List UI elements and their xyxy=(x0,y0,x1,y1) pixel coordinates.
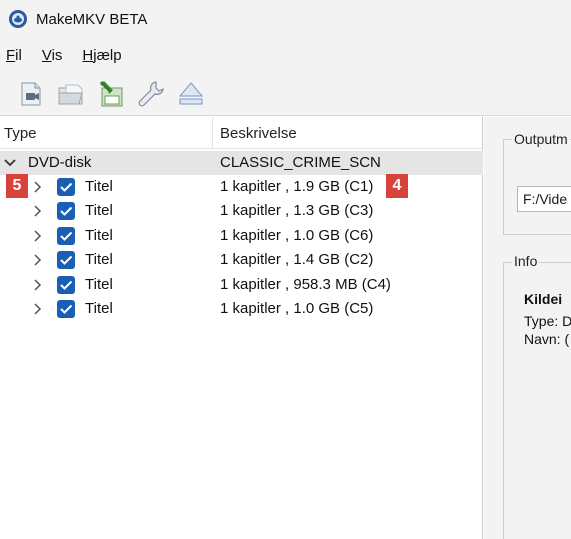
tree-row-title[interactable]: Titel 1 kapitler , 1.4 GB (C2) xyxy=(0,248,483,272)
tree-row-title[interactable]: Titel 1 kapitler , 1.0 GB (C6) xyxy=(0,224,483,248)
open-folder-button[interactable] xyxy=(54,77,88,111)
title-description: 1 kapitler , 1.0 GB (C5) xyxy=(220,300,374,317)
title-description: 1 kapitler , 1.3 GB (C3) xyxy=(220,202,374,219)
info-type-line: Type: D xyxy=(524,313,571,329)
title-type: Titel xyxy=(85,178,113,195)
title-description: 1 kapitler , 958.3 MB (C4) xyxy=(220,276,391,293)
title-type: Titel xyxy=(85,276,113,293)
checkmark-icon xyxy=(60,206,73,216)
menu-vis-label: is xyxy=(51,46,63,64)
menu-hjaelp-label: jælp xyxy=(93,46,122,64)
column-header-description[interactable]: Beskrivelse xyxy=(220,125,297,142)
eject-button[interactable] xyxy=(174,77,208,111)
right-panel: Outputm F:/Vide Info Kildei Type: D Navn… xyxy=(484,117,571,539)
title-checkbox[interactable] xyxy=(57,178,75,196)
chevron-right-icon[interactable] xyxy=(30,204,44,218)
title-bar: MakeMKV BETA xyxy=(0,0,571,38)
tree-header: Type Beskrivelse xyxy=(0,117,482,149)
window-title: MakeMKV BETA xyxy=(36,10,148,28)
open-folder-icon xyxy=(58,84,83,104)
checkmark-icon xyxy=(60,304,73,314)
annotation-badge-5: 5 xyxy=(6,174,28,198)
checkmark-icon xyxy=(60,280,73,290)
title-type: Titel xyxy=(85,227,113,244)
root-type: DVD-disk xyxy=(28,154,92,171)
info-name-line: Navn: ( xyxy=(524,331,570,347)
info-source-line: Kildei xyxy=(524,291,563,307)
settings-button[interactable] xyxy=(134,77,168,111)
chevron-right-icon[interactable] xyxy=(30,229,44,243)
output-path-field[interactable]: F:/Vide xyxy=(517,186,571,212)
title-tree-view[interactable]: Type Beskrivelse DVD-disk CLASSIC_CRIME_… xyxy=(0,117,483,539)
title-type: Titel xyxy=(85,251,113,268)
tree-row-title[interactable]: Titel 1 kapitler , 958.3 MB (C4) xyxy=(0,273,483,297)
title-type: Titel xyxy=(85,202,113,219)
checkmark-icon xyxy=(60,182,73,192)
save-to-mkv-icon xyxy=(99,80,123,106)
chevron-down-icon[interactable] xyxy=(3,156,17,170)
settings-wrench-icon xyxy=(138,80,164,106)
checkmark-icon xyxy=(60,231,73,241)
tree-row-dvd-disk[interactable]: DVD-disk CLASSIC_CRIME_SCN xyxy=(0,151,483,175)
title-checkbox[interactable] xyxy=(57,300,75,318)
column-header-type[interactable]: Type xyxy=(4,125,37,142)
menu-hjaelp[interactable]: Hjælp xyxy=(82,47,121,64)
menu-fil-label: il xyxy=(15,46,22,64)
title-checkbox[interactable] xyxy=(57,227,75,245)
output-group-label: Outputm xyxy=(512,131,570,147)
annotation-badge-4: 4 xyxy=(386,174,408,198)
eject-icon xyxy=(178,81,204,104)
info-group-label: Info xyxy=(512,253,540,269)
chevron-right-icon[interactable] xyxy=(30,302,44,316)
menu-fil-accel: F xyxy=(6,46,16,64)
open-disc-button[interactable] xyxy=(14,77,48,111)
chevron-right-icon[interactable] xyxy=(30,278,44,292)
title-description: 1 kapitler , 1.0 GB (C6) xyxy=(220,227,374,244)
title-description: 1 kapitler , 1.9 GB (C1) xyxy=(220,178,374,195)
title-type: Titel xyxy=(85,300,113,317)
checkmark-icon xyxy=(60,255,73,265)
tree-row-title[interactable]: Titel 1 kapitler , 1.0 GB (C5) xyxy=(0,297,483,321)
title-checkbox[interactable] xyxy=(57,251,75,269)
title-checkbox[interactable] xyxy=(57,202,75,220)
save-to-mkv-button[interactable] xyxy=(94,77,128,111)
toolbar xyxy=(0,72,571,116)
menu-bar: Fil Vis Hjælp xyxy=(0,38,571,72)
makemkv-app-icon xyxy=(9,10,27,28)
tree-row-title[interactable]: Titel 1 kapitler , 1.3 GB (C3) xyxy=(0,199,483,223)
column-divider[interactable] xyxy=(212,117,213,149)
menu-vis-accel: V xyxy=(41,46,52,64)
tree-row-title[interactable]: Titel 1 kapitler , 1.9 GB (C1) xyxy=(0,175,483,199)
root-description: CLASSIC_CRIME_SCN xyxy=(220,154,381,171)
menu-fil[interactable]: Fil xyxy=(6,47,22,64)
open-disc-icon xyxy=(21,82,41,105)
menu-hjaelp-accel: H xyxy=(82,46,94,64)
chevron-right-icon[interactable] xyxy=(30,253,44,267)
menu-vis[interactable]: Vis xyxy=(42,47,63,64)
chevron-right-icon[interactable] xyxy=(30,180,44,194)
title-description: 1 kapitler , 1.4 GB (C2) xyxy=(220,251,374,268)
title-checkbox[interactable] xyxy=(57,276,75,294)
